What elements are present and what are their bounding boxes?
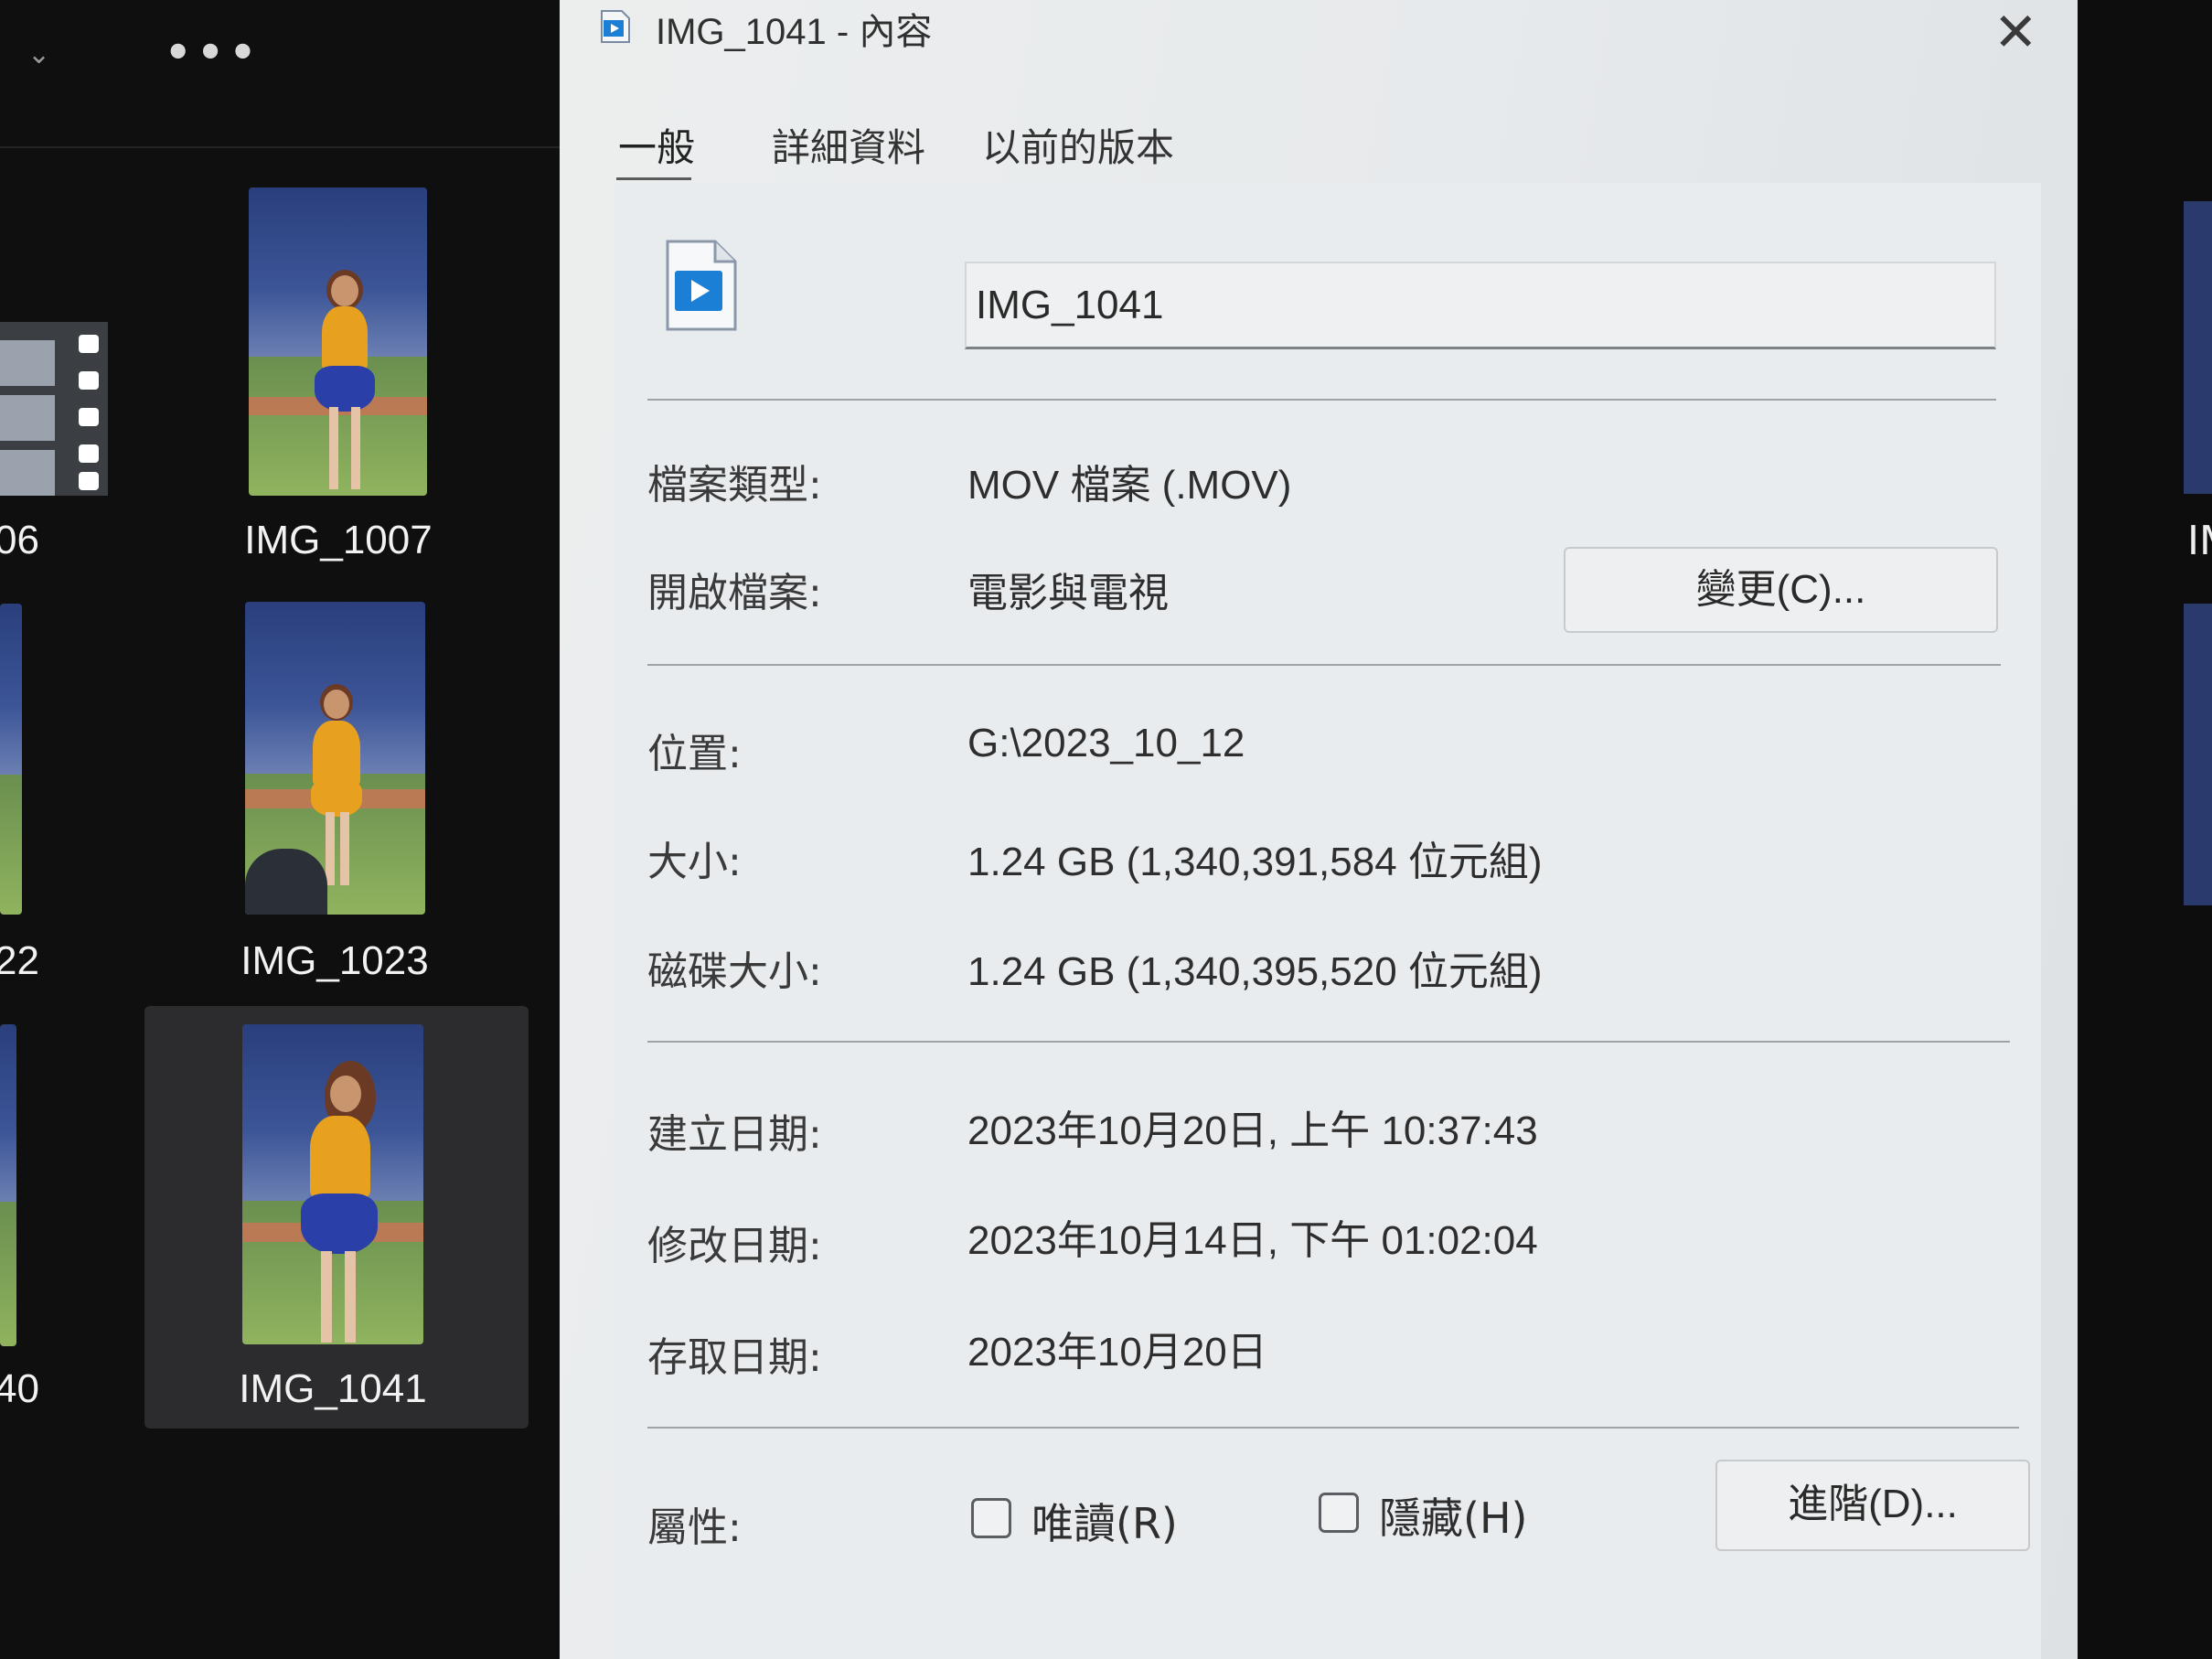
divider	[647, 1041, 2010, 1043]
modified-label: 修改日期:	[647, 1223, 822, 1269]
video-thumbnail-img-1023[interactable]	[245, 602, 425, 915]
size-label: 大小:	[647, 839, 742, 885]
file-type-value: MOV 檔案 (.MOV)	[967, 463, 1292, 508]
hidden-label[interactable]: 隱藏(H)	[1379, 1485, 1527, 1546]
dialog-title: IMG_1041 - 內容	[656, 12, 933, 52]
file-label[interactable]: 40	[0, 1366, 49, 1412]
location-label: 位置:	[647, 731, 742, 777]
dialog-titlebar: IMG_1041 - 內容 ✕	[560, 0, 2078, 64]
attributes-label: 屬性:	[647, 1504, 742, 1551]
video-thumbnail-img-1041[interactable]	[242, 1024, 423, 1344]
file-label[interactable]: IMG_1041	[214, 1366, 452, 1412]
file-explorer-pane: ⌄ ••• 06 IMG_1007 22 IMG_1023 40 IMG_104…	[0, 0, 560, 1659]
video-thumbnail-06[interactable]	[0, 322, 108, 496]
explorer-toolbar: ⌄ •••	[0, 0, 560, 148]
file-label[interactable]: IMG_1007	[219, 518, 457, 563]
file-label[interactable]: 06	[0, 518, 49, 563]
active-tab-indicator	[616, 177, 691, 180]
video-file-icon	[601, 10, 630, 43]
video-thumbnail-img-1007[interactable]	[249, 187, 427, 496]
accessed-value: 2023年10月20日	[967, 1330, 1267, 1375]
file-type-label: 檔案類型:	[647, 462, 822, 508]
close-icon[interactable]: ✕	[1993, 5, 2038, 59]
accessed-label: 存取日期:	[647, 1334, 822, 1381]
tab-details[interactable]: 詳細資料	[772, 117, 925, 173]
created-value: 2023年10月20日, 上午 10:37:43	[967, 1108, 1538, 1153]
explorer-right-column: IM	[2076, 0, 2212, 1659]
video-thumbnail-40[interactable]	[0, 1024, 16, 1346]
readonly-label[interactable]: 唯讀(R)	[1031, 1491, 1178, 1551]
tab-previous-versions[interactable]: 以前的版本	[982, 117, 1174, 173]
filename-input[interactable]: IMG_1041	[965, 262, 1996, 349]
disk-size-value: 1.24 GB (1,340,395,520 位元組)	[967, 949, 1543, 994]
tab-general[interactable]: 一般	[618, 117, 695, 173]
video-file-large-icon	[666, 240, 737, 331]
divider	[647, 1427, 2019, 1429]
disk-size-label: 磁碟大小:	[647, 948, 822, 995]
file-label[interactable]: IM	[2187, 518, 2212, 564]
file-label[interactable]: 22	[0, 938, 49, 984]
location-value: G:\2023_10_12	[967, 721, 1245, 765]
created-label: 建立日期:	[647, 1111, 822, 1158]
more-options-icon[interactable]: •••	[165, 27, 262, 77]
advanced-button[interactable]: 進階(D)...	[1715, 1460, 2030, 1551]
change-button[interactable]: 變更(C)...	[1564, 547, 1998, 633]
divider	[647, 664, 2001, 666]
general-tab-panel	[614, 183, 2041, 1659]
size-value: 1.24 GB (1,340,391,584 位元組)	[967, 840, 1543, 884]
modified-value: 2023年10月14日, 下午 01:02:04	[967, 1218, 1538, 1263]
hidden-checkbox[interactable]	[1319, 1493, 1359, 1533]
readonly-checkbox[interactable]	[971, 1498, 1011, 1538]
file-label[interactable]: IMG_1023	[216, 938, 454, 984]
chevron-down-icon[interactable]: ⌄	[27, 38, 50, 70]
video-thumbnail-22[interactable]	[0, 604, 22, 915]
opens-with-value: 電影與電視	[967, 571, 1169, 615]
divider	[647, 399, 1996, 401]
opens-with-label: 開啟檔案:	[647, 570, 822, 616]
